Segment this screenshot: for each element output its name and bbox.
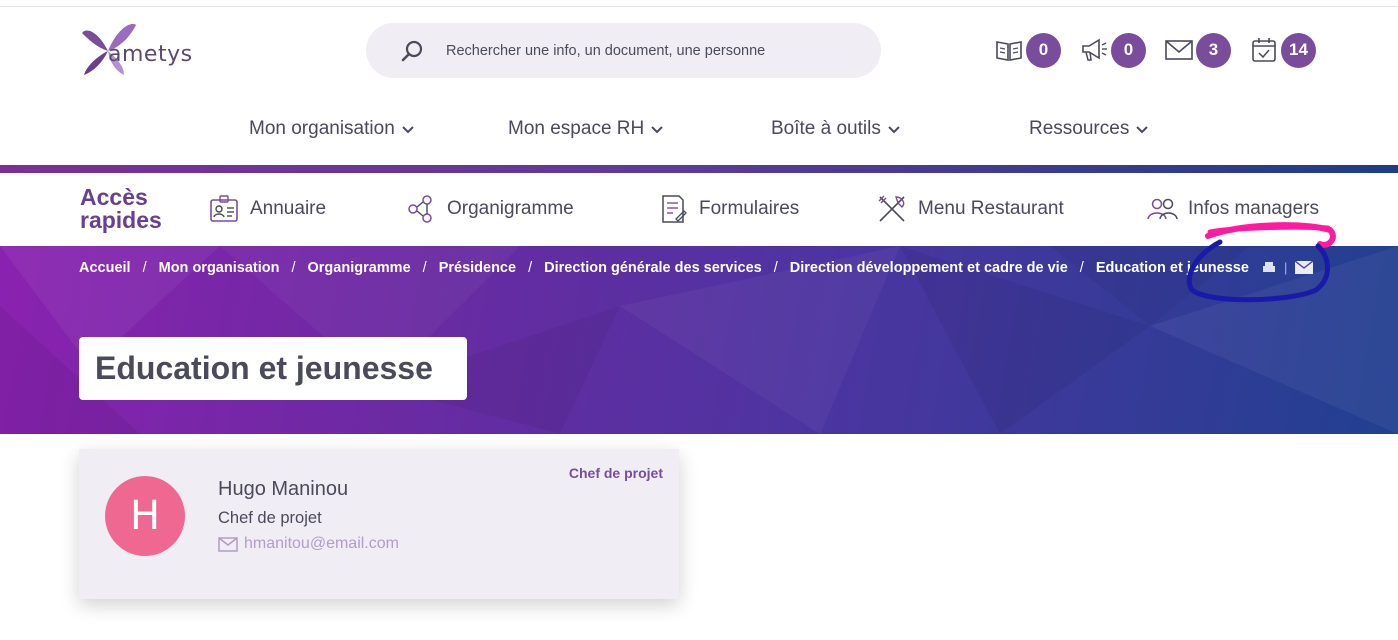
email-icon [218,536,238,552]
person-email: hmanitou@email.com [244,535,399,552]
nav-label: Mon espace RH [508,118,645,139]
page-tools: | [1262,260,1314,275]
quick-link-menu-restaurant[interactable]: Menu Restaurant [876,192,1064,226]
breadcrumb-separator: / [142,260,147,276]
quick-link-label: Annuaire [250,198,327,219]
org-chart-icon [405,193,437,225]
breadcrumb-separator: / [528,260,533,276]
share-mail-icon[interactable] [1295,261,1314,274]
nav-mon-organisation[interactable]: Mon organisation [249,118,415,140]
breadcrumb-separator: / [291,260,296,276]
calendar-notification[interactable]: 14 [1248,32,1316,68]
tools-separator: | [1284,260,1288,275]
nav-ressources[interactable]: Ressources [1029,118,1149,140]
page-banner: Accueil / Mon organisation / Organigramm… [0,246,1398,434]
quick-link-annuaire[interactable]: Annuaire [208,192,326,226]
nav-label: Ressources [1029,118,1130,139]
news-count-badge: 0 [1026,32,1061,68]
person-job-title: Chef de projet [218,509,322,527]
announcements-count-badge: 0 [1111,32,1146,68]
quick-link-organigramme[interactable]: Organigramme [405,192,574,226]
breadcrumb-link-direction-developpement[interactable]: Direction développement et cadre de vie [790,260,1068,276]
breadcrumb-link-organigramme[interactable]: Organigramme [308,260,411,276]
nav-label: Mon organisation [249,118,395,139]
main-navigation: Mon organisation Mon espace RH Boîte à o… [0,118,1398,146]
breadcrumb: Accueil / Mon organisation / Organigramm… [79,260,1249,276]
quick-access-title-line1: Accès [80,184,148,210]
breadcrumb-separator: / [1079,260,1084,276]
chevron-down-icon [888,126,900,134]
quick-link-label: Infos managers [1188,198,1319,219]
quick-access-title-line2: rapides [80,207,162,233]
cutlery-icon [876,193,908,225]
breadcrumb-separator: / [773,260,778,276]
nav-mon-espace-rh[interactable]: Mon espace RH [508,118,664,140]
page-title-box: Education et jeunesse [79,337,467,400]
mail-count-badge: 3 [1196,32,1231,68]
search-bar[interactable] [366,23,881,78]
quick-link-label: Organigramme [447,198,574,219]
breadcrumb-link-accueil[interactable]: Accueil [79,260,131,276]
breadcrumb-link-mon-organisation[interactable]: Mon organisation [159,260,280,276]
role-tag: Chef de projet [568,465,663,481]
nav-label: Boîte à outils [771,118,881,139]
page-title: Education et jeunesse [95,350,433,386]
news-icon [993,34,1025,66]
form-icon [657,193,689,225]
logo-text: ametys [108,42,193,67]
top-divider [0,6,1398,7]
id-card-icon [208,193,240,225]
chevron-down-icon [651,126,663,134]
person-name[interactable]: Hugo Maninou [218,478,348,501]
avatar: H [105,476,185,556]
announcements-notification[interactable]: 0 [1078,32,1146,68]
breadcrumb-separator: / [422,260,427,276]
breadcrumb-link-direction-generale[interactable]: Direction générale des services [544,260,762,276]
calendar-icon [1248,34,1280,66]
person-email-link[interactable]: hmanitou@email.com [218,535,399,553]
calendar-count-badge: 14 [1281,32,1316,68]
quick-access-title: Accès rapides [80,186,162,232]
person-card[interactable]: H Chef de projet Hugo Maninou Chef de pr… [79,449,679,599]
managers-icon [1146,193,1178,225]
breadcrumb-current: Education et jeunesse [1095,260,1249,276]
breadcrumb-link-presidence[interactable]: Présidence [439,260,516,276]
news-notification[interactable]: 0 [993,32,1061,68]
mail-notification[interactable]: 3 [1163,32,1231,68]
quick-link-label: Formulaires [699,198,800,219]
print-icon[interactable] [1262,261,1276,275]
quick-link-infos-managers[interactable]: Infos managers [1146,192,1319,226]
search-icon[interactable] [400,39,424,63]
nav-boite-a-outils[interactable]: Boîte à outils [771,118,901,140]
ametys-logo[interactable]: ametys [78,20,198,80]
chevron-down-icon [1136,126,1149,134]
chevron-down-icon [402,126,414,134]
mail-icon [1163,34,1195,66]
gradient-divider [0,165,1398,173]
search-input[interactable] [446,23,866,78]
quick-link-formulaires[interactable]: Formulaires [657,192,799,226]
quick-link-label: Menu Restaurant [918,198,1064,219]
megaphone-icon [1078,34,1110,66]
